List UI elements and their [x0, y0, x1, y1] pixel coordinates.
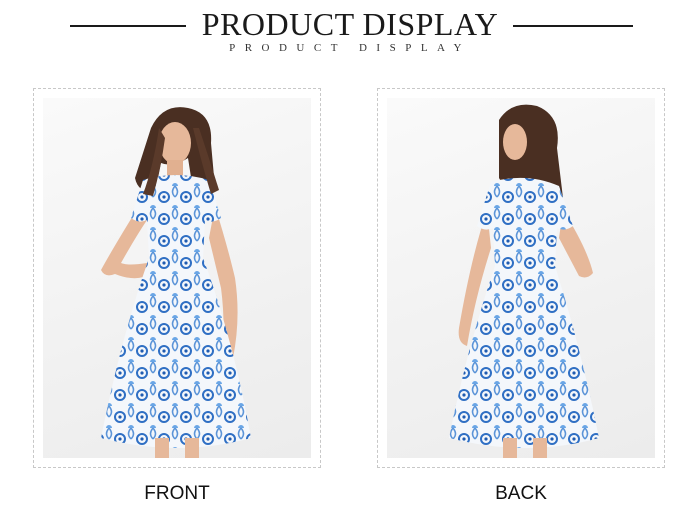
- dress-back-photo[interactable]: [387, 98, 655, 458]
- back-caption: BACK: [495, 483, 547, 504]
- header-rule-left: [70, 25, 186, 27]
- page-title: PRODUCT DISPLAY: [201, 6, 499, 42]
- dress-front-photo[interactable]: [43, 98, 311, 458]
- header-rule-right: [513, 25, 633, 27]
- back-image-frame: [377, 88, 665, 468]
- page-subtitle: PRODUCT DISPLAY: [229, 42, 471, 54]
- front-image-frame: [33, 88, 321, 468]
- front-caption: FRONT: [144, 483, 210, 504]
